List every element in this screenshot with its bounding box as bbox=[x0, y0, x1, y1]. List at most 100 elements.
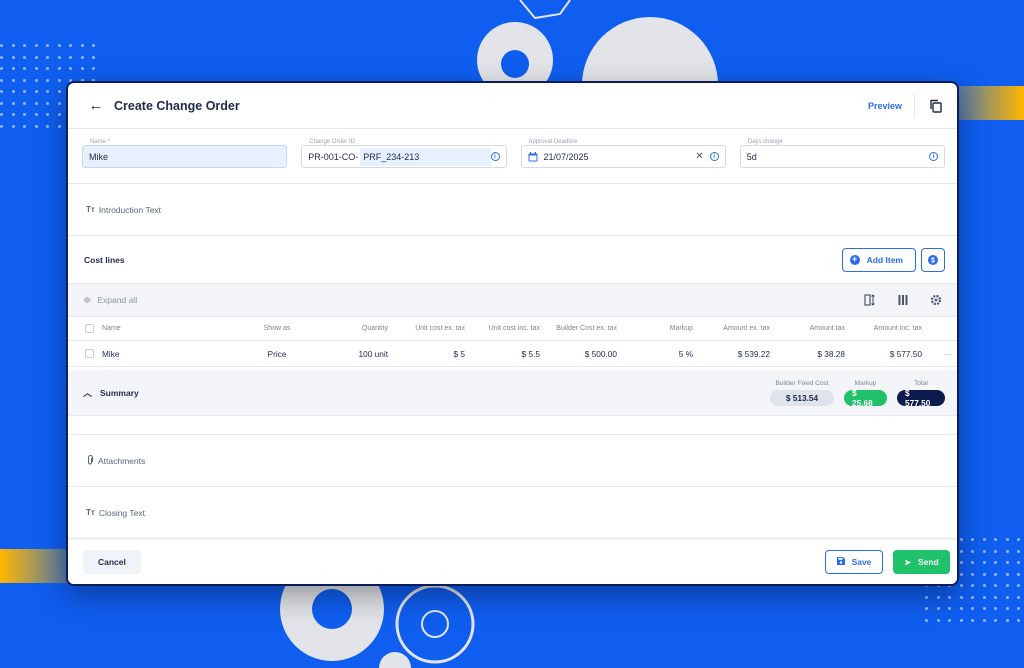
column-header-unit-cost-ex-tax[interactable]: Unit cost ex. tax bbox=[388, 325, 465, 332]
approval-deadline-label: Approval Deadline bbox=[526, 139, 580, 145]
expand-all-label: Expand all bbox=[97, 295, 138, 305]
settings-gear-icon[interactable] bbox=[929, 293, 943, 307]
column-header-markup[interactable]: Markup bbox=[617, 325, 693, 332]
summary-toggle[interactable]: ︿ Summary bbox=[83, 386, 760, 399]
table-toolbar: ≑ Expand all bbox=[68, 283, 957, 317]
row-checkbox[interactable] bbox=[85, 349, 94, 358]
expand-icon: ≑ bbox=[83, 294, 92, 306]
cell-show-as: Price bbox=[267, 348, 287, 359]
change-order-id-label: Change Order ID bbox=[307, 139, 357, 145]
cost-lines-title: Cost lines bbox=[84, 254, 125, 265]
cell-unit-cost-ex-tax: $ 5 bbox=[453, 348, 465, 359]
send-label: Send bbox=[917, 557, 939, 567]
cancel-button[interactable]: Cancel bbox=[83, 550, 141, 574]
background-accent-bar-right bbox=[950, 86, 1024, 120]
total-summary: Total $ 577.50 bbox=[897, 379, 945, 408]
svg-text:$: $ bbox=[931, 257, 935, 264]
column-header-amount-inc-tax[interactable]: Amount inc. tax bbox=[845, 325, 922, 332]
days-change-label: Days change bbox=[745, 139, 785, 145]
total-label: Total bbox=[914, 379, 928, 387]
cell-amount-ex-tax: $ 539.22 bbox=[737, 348, 770, 359]
add-item-label: Add Item bbox=[866, 254, 903, 265]
send-arrow-icon: ➤ bbox=[904, 557, 911, 567]
attachments-section[interactable]: Attachments bbox=[68, 435, 957, 487]
form-fields-row: Name * Mike Change Order ID PR-001-CO- P… bbox=[68, 129, 957, 184]
name-field-label: Name * bbox=[90, 139, 111, 145]
copy-icon[interactable] bbox=[927, 98, 943, 114]
preview-button[interactable]: Preview bbox=[868, 93, 915, 118]
approval-deadline-field[interactable]: Approval Deadline 21/07/2025 ✕ i bbox=[520, 139, 726, 168]
introduction-text-label: Introduction Text bbox=[98, 204, 162, 215]
cell-amount-tax: $ 38.28 bbox=[817, 348, 845, 359]
paperclip-icon bbox=[86, 454, 94, 467]
cost-lines-table: Name Show as Quantity Unit cost ex. tax … bbox=[68, 317, 957, 367]
cell-name: Mike bbox=[102, 348, 120, 359]
approval-deadline-value: 21/07/2025 bbox=[543, 151, 589, 162]
change-order-id-value[interactable]: PRF_234-213 bbox=[360, 147, 491, 166]
markup-value: $ 25.68 bbox=[844, 388, 887, 408]
column-header-quantity[interactable]: Quantity bbox=[312, 325, 388, 332]
add-item-button[interactable]: + Add Item bbox=[841, 247, 916, 272]
background-accent-bar-left bbox=[0, 549, 74, 583]
cell-markup: 5 % bbox=[678, 348, 693, 359]
column-header-builder-cost[interactable]: Builder Cost ex. tax bbox=[540, 325, 617, 332]
info-icon: i bbox=[709, 152, 719, 161]
cell-quantity: 100 unit bbox=[358, 348, 388, 359]
name-field[interactable]: Name * Mike bbox=[82, 139, 288, 168]
attachments-label: Attachments bbox=[98, 455, 146, 466]
summary-title: Summary bbox=[100, 387, 139, 398]
send-button[interactable]: ➤ Send bbox=[893, 550, 950, 574]
row-height-icon[interactable] bbox=[863, 293, 877, 307]
cell-unit-cost-inc-tax: $ 5.5 bbox=[521, 348, 540, 359]
dollar-circle-icon: $ bbox=[928, 254, 938, 265]
summary-section: ︿ Summary Builder Fixed Cost $ 513.54 Ma… bbox=[68, 370, 957, 416]
currency-button[interactable]: $ bbox=[921, 247, 945, 272]
modal-footer: Cancel Save ➤ Send bbox=[68, 537, 957, 584]
divider bbox=[68, 416, 957, 435]
calendar-icon[interactable] bbox=[528, 151, 538, 162]
introduction-text-section[interactable]: Tт Introduction Text bbox=[68, 184, 957, 236]
save-button[interactable]: Save bbox=[825, 550, 883, 574]
text-format-icon: Tт bbox=[86, 508, 95, 517]
floppy-disk-icon bbox=[836, 557, 845, 567]
save-label: Save bbox=[851, 557, 872, 567]
table-row[interactable]: Mike Price 100 unit $ 5 $ 5.5 $ 500.00 5… bbox=[68, 341, 957, 367]
markup-summary: Markup $ 25.68 bbox=[844, 380, 887, 408]
modal-header: ← Create Change Order Preview bbox=[68, 83, 957, 129]
days-change-value: 5d bbox=[746, 151, 757, 162]
select-all-checkbox[interactable] bbox=[85, 324, 94, 333]
text-format-icon: Tт bbox=[86, 205, 95, 214]
builder-fixed-cost-value: $ 513.54 bbox=[770, 389, 834, 406]
gear-decoration-bottom bbox=[280, 584, 475, 668]
chevron-up-icon: ︿ bbox=[83, 388, 93, 398]
change-order-modal: ← Create Change Order Preview Name * Mik… bbox=[66, 81, 959, 586]
closing-text-section[interactable]: Tт Closing Text bbox=[68, 487, 957, 539]
columns-icon[interactable] bbox=[896, 293, 910, 307]
gear-decoration-top bbox=[477, 0, 718, 90]
cost-lines-header: Cost lines + Add Item $ bbox=[68, 236, 957, 283]
change-order-id-prefix: PR-001-CO- bbox=[308, 151, 359, 162]
page-title: Create Change Order bbox=[114, 98, 240, 113]
change-order-id-field[interactable]: Change Order ID PR-001-CO- PRF_234-213 i bbox=[301, 139, 507, 168]
builder-fixed-cost-summary: Builder Fixed Cost $ 513.54 bbox=[770, 380, 834, 406]
column-header-amount-tax[interactable]: Amount tax bbox=[770, 325, 845, 332]
clear-icon[interactable]: ✕ bbox=[695, 151, 703, 162]
column-header-unit-cost-inc-tax[interactable]: Unit cost inc. tax bbox=[465, 325, 540, 332]
cell-amount-inc-tax: $ 577.50 bbox=[889, 348, 922, 359]
info-icon: i bbox=[929, 152, 938, 161]
column-header-name[interactable]: Name bbox=[102, 325, 242, 332]
more-options-icon[interactable]: ··· bbox=[922, 349, 952, 359]
column-header-amount-ex-tax[interactable]: Amount ex. tax bbox=[693, 325, 770, 332]
cell-builder-cost: $ 500.00 bbox=[584, 348, 617, 359]
days-change-field[interactable]: Days change 5d i bbox=[739, 139, 945, 168]
builder-fixed-cost-label: Builder Fixed Cost bbox=[775, 379, 829, 387]
plus-circle-icon: + bbox=[849, 254, 860, 265]
expand-all-button[interactable]: ≑ Expand all bbox=[83, 295, 844, 306]
table-header-row: Name Show as Quantity Unit cost ex. tax … bbox=[68, 317, 957, 341]
info-icon: i bbox=[490, 152, 500, 161]
total-value: $ 577.50 bbox=[897, 388, 945, 408]
closing-text-label: Closing Text bbox=[98, 507, 145, 518]
back-arrow-icon[interactable]: ← bbox=[88, 97, 104, 114]
column-header-show-as[interactable]: Show as bbox=[242, 325, 312, 332]
name-field-value: Mike bbox=[89, 151, 109, 162]
